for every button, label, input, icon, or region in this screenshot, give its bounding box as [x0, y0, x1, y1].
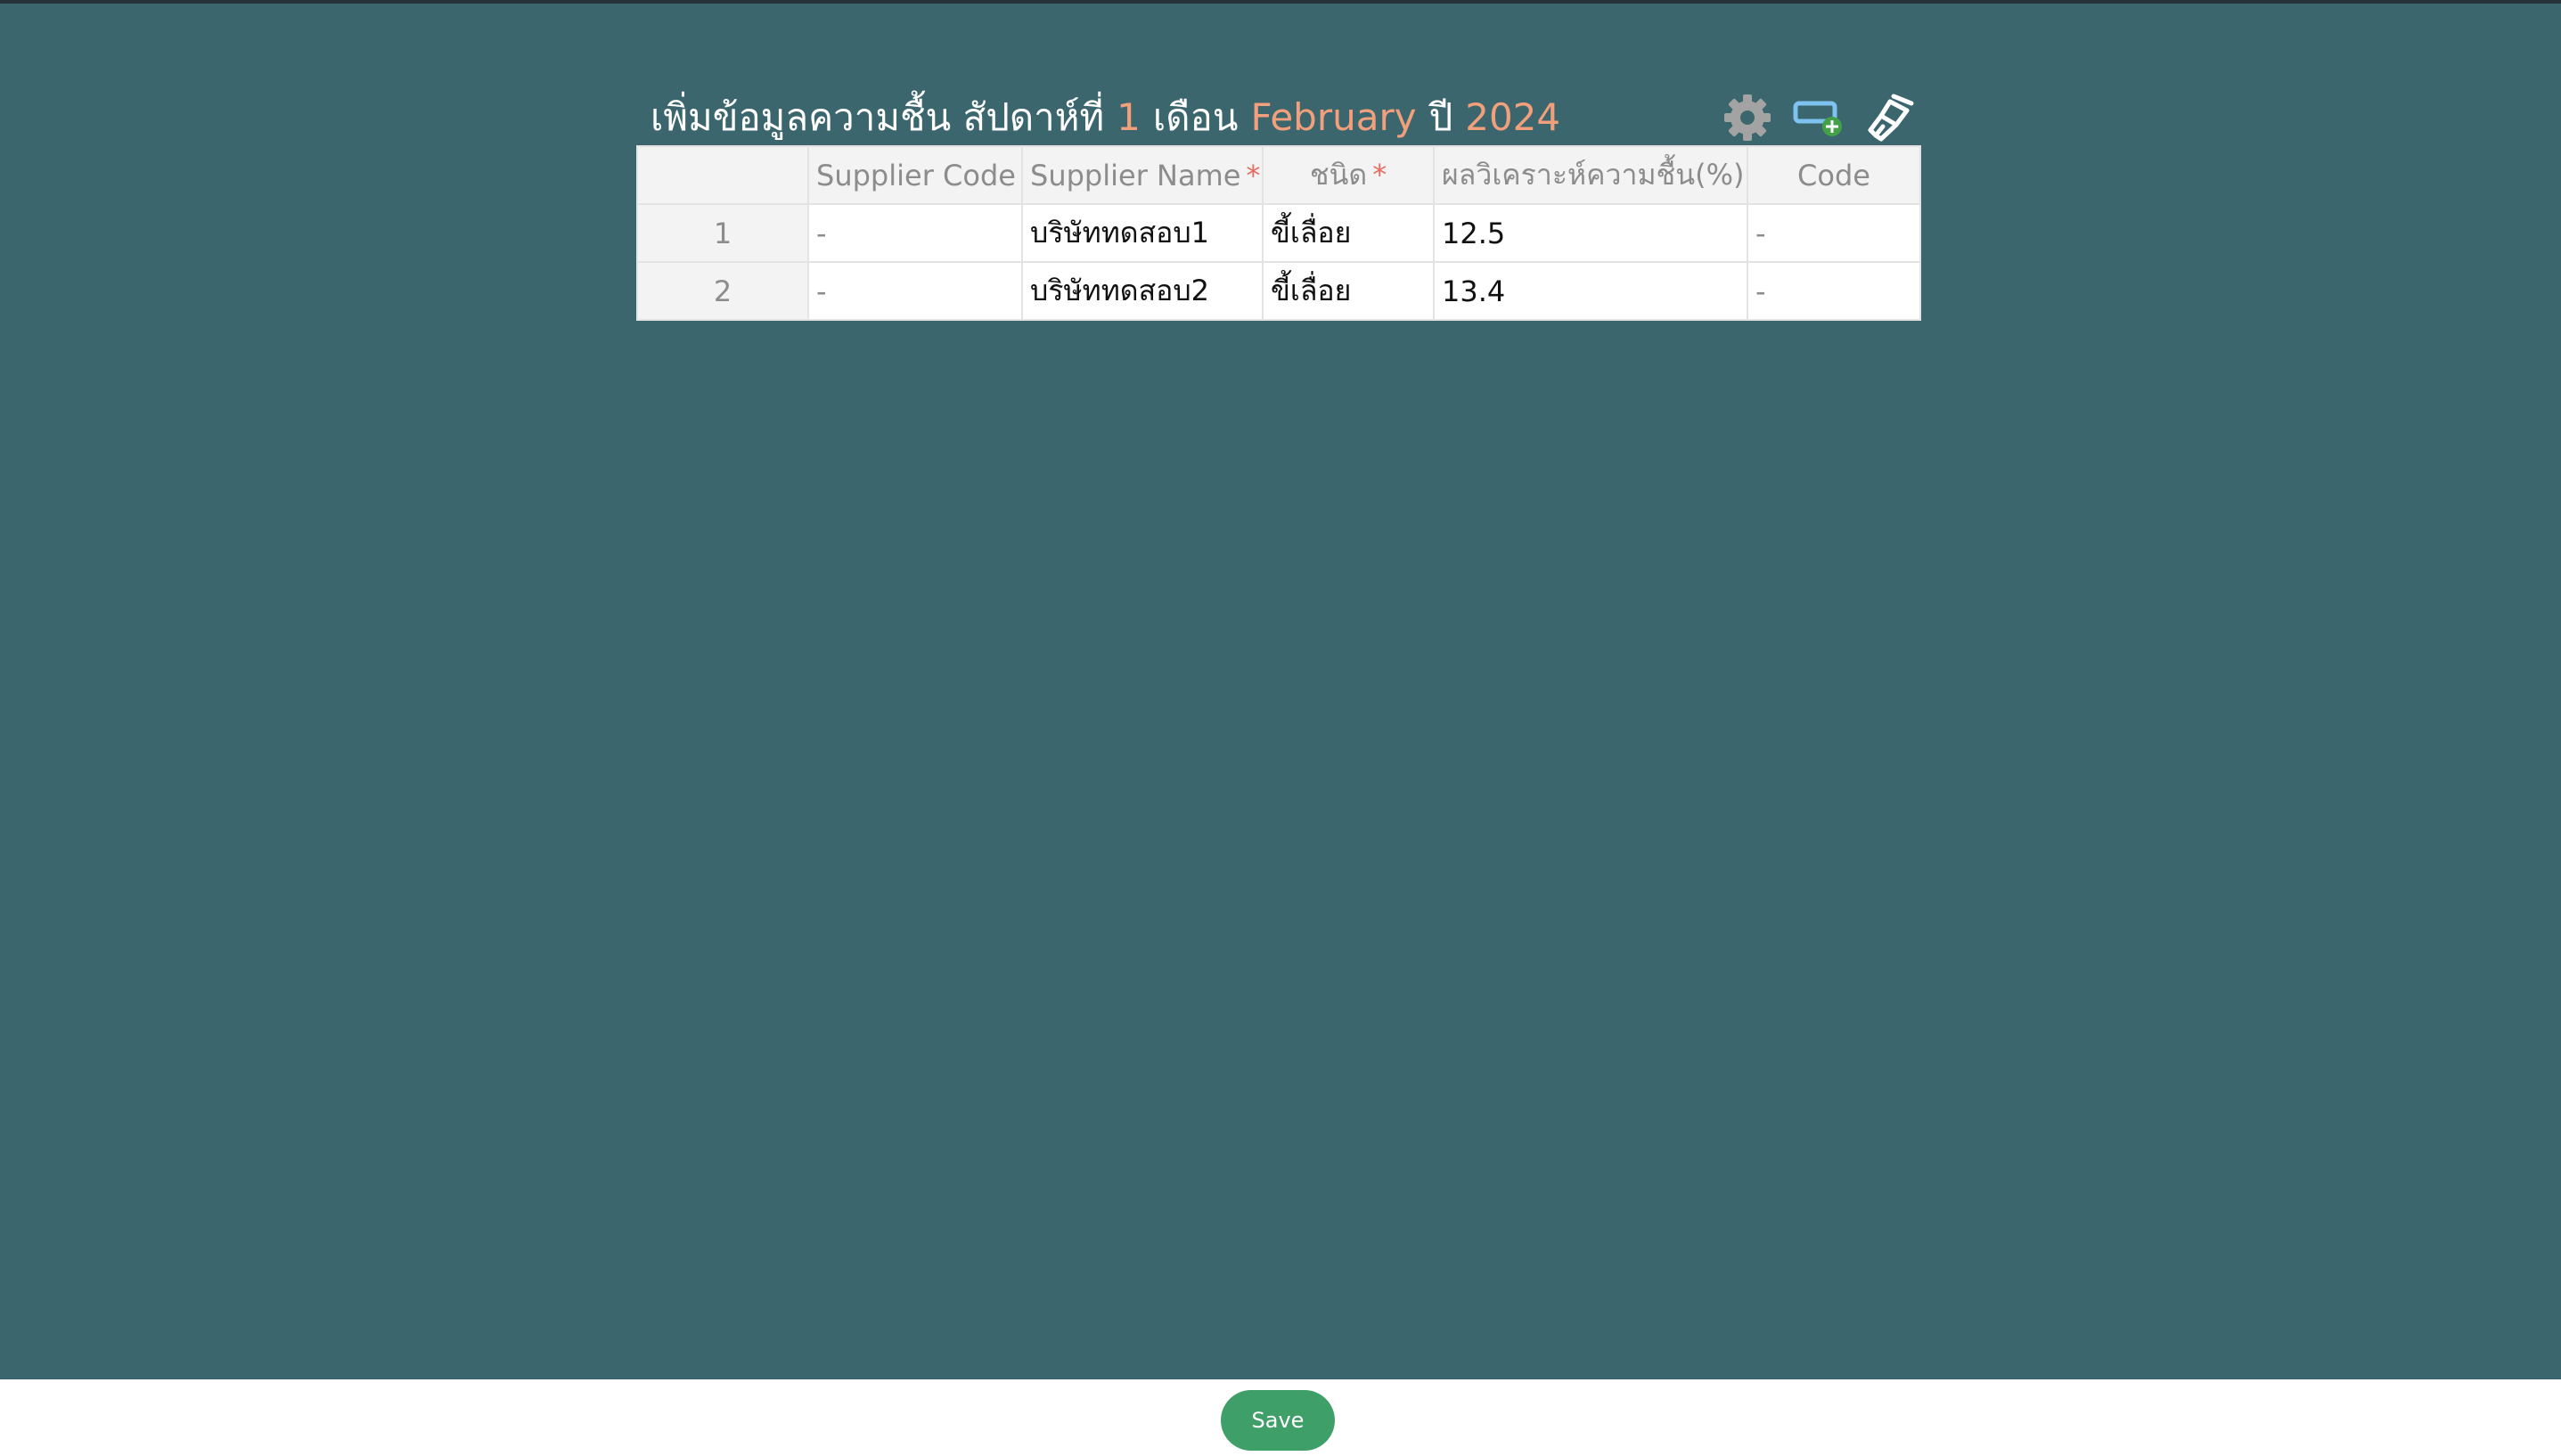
row-number: 2 — [636, 261, 809, 321]
title-week: 1 — [1117, 95, 1141, 139]
title-year-label: ปี — [1428, 95, 1453, 139]
add-row-button[interactable] — [1791, 90, 1846, 145]
required-marker: * — [1372, 158, 1387, 192]
gear-icon — [1724, 94, 1771, 141]
cell-supplier-name[interactable]: บริษัททดสอบ1 — [1021, 203, 1264, 263]
footer-bar: Save — [0, 1379, 2561, 1456]
column-header-supplier-name[interactable]: Supplier Name * — [1021, 145, 1264, 205]
title-prefix: เพิ่มข้อมูลความชื้น สัปดาห์ที่ — [650, 95, 1105, 139]
clear-button[interactable] — [1862, 90, 1918, 145]
title-bar: เพิ่มข้อมูลความชื้น สัปดาห์ที่ 1 เดือน Febr… — [636, 89, 1919, 146]
title-month-label: เดือน — [1152, 95, 1239, 139]
page-title: เพิ่มข้อมูลความชื้น สัปดาห์ที่ 1 เดือน Febr… — [650, 89, 1560, 146]
settings-button[interactable] — [1720, 90, 1775, 145]
column-label: ผลวิเคราะห์ความชื้น(%) — [1442, 158, 1745, 192]
cell-type[interactable]: ขี้เลื่อย — [1262, 203, 1435, 263]
table-header-row: Supplier Code Supplier Name * ชนิด * ผลวิเ… — [636, 145, 1921, 205]
table-row: 1 - บริษัททดสอบ1 ขี้เลื่อย 12.5 - — [636, 203, 1921, 263]
cell-supplier-name[interactable]: บริษัททดสอบ2 — [1021, 261, 1264, 321]
save-button[interactable]: Save — [1221, 1390, 1335, 1451]
moisture-table: Supplier Code Supplier Name * ชนิด * ผลวิเ… — [636, 145, 1921, 321]
required-marker: * — [1246, 158, 1261, 192]
column-header-code[interactable]: Code — [1747, 145, 1921, 205]
cell-moisture[interactable]: 12.5 — [1433, 203, 1748, 263]
column-label: Supplier Code — [816, 158, 1016, 192]
title-year: 2024 — [1465, 95, 1561, 139]
column-header-type[interactable]: ชนิด * — [1262, 145, 1435, 205]
cell-supplier-code[interactable]: - — [807, 261, 1023, 321]
cell-code[interactable]: - — [1747, 203, 1921, 263]
cell-type[interactable]: ขี้เลื่อย — [1262, 261, 1435, 321]
add-row-icon — [1793, 101, 1842, 136]
column-label: Code — [1797, 158, 1870, 192]
cell-code[interactable]: - — [1747, 261, 1921, 321]
toolbar — [1720, 89, 1918, 146]
row-number: 1 — [636, 203, 809, 263]
cell-supplier-code[interactable]: - — [807, 203, 1023, 263]
column-header-index — [636, 145, 809, 205]
table-row: 2 - บริษัททดสอบ2 ขี้เลื่อย 13.4 - — [636, 261, 1921, 321]
column-header-supplier-code[interactable]: Supplier Code — [807, 145, 1023, 205]
title-month: February — [1250, 95, 1417, 139]
column-label: ชนิด — [1309, 158, 1368, 192]
column-header-moisture[interactable]: ผลวิเคราะห์ความชื้น(%)* — [1433, 145, 1748, 205]
cell-moisture[interactable]: 13.4 — [1433, 261, 1748, 321]
column-label: Supplier Name — [1030, 158, 1241, 192]
paintbrush-icon — [1868, 94, 1914, 142]
top-strip — [0, 0, 2561, 4]
